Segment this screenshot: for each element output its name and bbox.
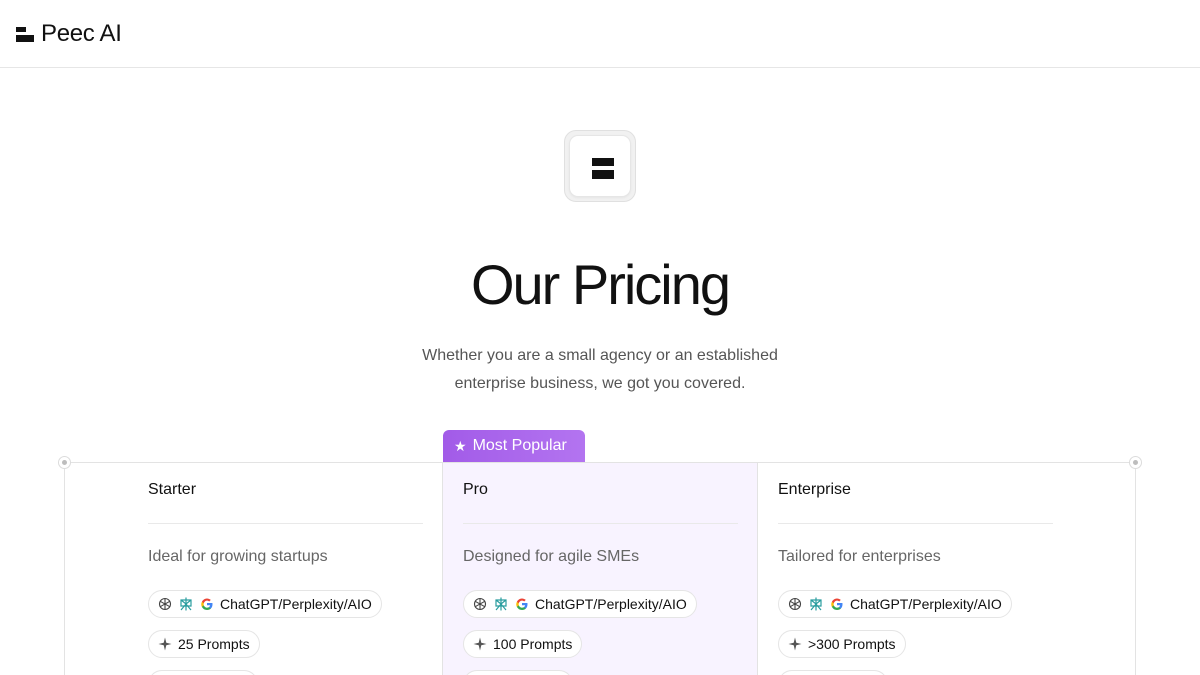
page-title: Our Pricing: [470, 253, 731, 316]
openai-icon: [472, 596, 488, 612]
openai-icon: [157, 596, 173, 612]
perplexity-icon: [178, 596, 194, 612]
plan-name: Starter: [148, 481, 197, 498]
plan-name: Enterprise: [778, 481, 851, 498]
corner-dot: [58, 456, 71, 469]
badge-label: Most Popular: [472, 437, 567, 454]
google-icon: [514, 596, 530, 612]
prompts-pill: >300 Prompts: [778, 630, 906, 658]
plan-description: Tailored for enterprises: [778, 548, 941, 565]
grid-divider: [442, 462, 443, 675]
prompts-label: 100 Prompts: [493, 636, 573, 652]
subtitle-line: enterprise business, we got you covered.: [454, 375, 746, 392]
brand-name: Peec AI: [41, 20, 122, 47]
models-pill: ChatGPT/Perplexity/AIO: [463, 590, 697, 618]
prompts-pill: 100 Prompts: [463, 630, 583, 658]
sparkle-icon: [787, 636, 803, 652]
models-pill: ChatGPT/Perplexity/AIO: [148, 590, 382, 618]
google-icon: [199, 596, 215, 612]
most-popular-badge: ★ Most Popular: [443, 430, 585, 462]
perplexity-icon: [808, 596, 824, 612]
models-label: ChatGPT/Perplexity/AIO: [220, 596, 372, 612]
plan-divider: [148, 523, 423, 524]
subtitle-line: Whether you are a small agency or an est…: [422, 347, 778, 364]
brand-home-link[interactable]: Peec AI: [16, 20, 122, 48]
models-pill: ChatGPT/Perplexity/AIO: [778, 590, 1012, 618]
corner-dot: [1129, 456, 1142, 469]
plan-description: Ideal for growing startups: [148, 548, 328, 565]
plan-name: Pro: [463, 481, 488, 498]
prompts-pill: 25 Prompts: [148, 630, 260, 658]
top-navigation-bar: Peec AI: [0, 0, 1200, 68]
sparkle-icon: [472, 636, 488, 652]
grid-divider: [64, 462, 65, 675]
prompts-label: >300 Prompts: [808, 636, 896, 652]
grid-divider: [64, 462, 1136, 463]
feature-pill: [778, 670, 888, 675]
grid-divider: [757, 462, 758, 675]
plan-divider: [463, 523, 738, 524]
models-label: ChatGPT/Perplexity/AIO: [850, 596, 1002, 612]
google-icon: [829, 596, 845, 612]
models-label: ChatGPT/Perplexity/AIO: [535, 596, 687, 612]
star-icon: ★: [454, 438, 467, 454]
perplexity-icon: [493, 596, 509, 612]
feature-pill: [148, 670, 258, 675]
prompts-label: 25 Prompts: [178, 636, 250, 652]
page-subtitle: Whether you are a small agency or an est…: [400, 342, 800, 398]
peec-logo-icon: [564, 130, 636, 202]
openai-icon: [787, 596, 803, 612]
sparkle-icon: [157, 636, 173, 652]
grid-divider: [1135, 462, 1136, 675]
feature-pill: [463, 670, 573, 675]
plan-description: Designed for agile SMEs: [463, 548, 640, 565]
peec-logo-icon: [16, 25, 34, 43]
plan-divider: [778, 523, 1053, 524]
